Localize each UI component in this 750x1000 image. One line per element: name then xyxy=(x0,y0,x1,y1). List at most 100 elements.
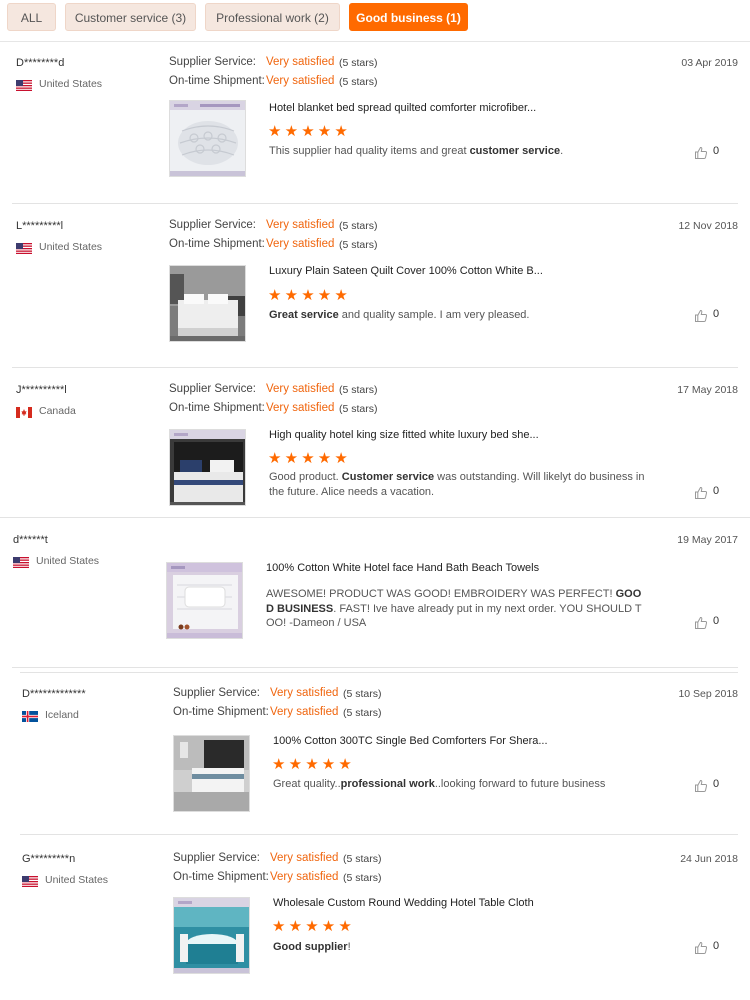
star-icon: ★ xyxy=(305,918,319,935)
product-thumbnail[interactable] xyxy=(166,562,243,639)
thumbs-up-icon[interactable] xyxy=(694,309,708,323)
country-flag-icon xyxy=(22,874,38,887)
review-keyword: Customer service xyxy=(341,471,435,483)
ontime-shipment-stars: (5 stars) xyxy=(339,239,378,251)
like-count: 0 xyxy=(713,308,720,320)
star-icon: ★ xyxy=(317,450,332,467)
thumbs-up-icon[interactable] xyxy=(694,486,708,500)
reviewer-name: L*********l xyxy=(16,220,64,232)
star-icon: ★ xyxy=(334,123,348,140)
star-rating: ★ ★ ★ ★ ★ xyxy=(268,123,351,140)
star-icon: ★ xyxy=(268,123,282,140)
reviewer-country: United States xyxy=(39,78,103,90)
ontime-shipment-value: Very satisfied xyxy=(270,871,339,883)
tab-all[interactable]: ALL xyxy=(7,3,56,31)
star-icon: ★ xyxy=(272,756,286,773)
star-icon: ★ xyxy=(334,450,348,467)
ontime-shipment-label: On-time Shipment: xyxy=(173,871,269,883)
product-title-link[interactable]: 100% Cotton White Hotel face Hand Bath B… xyxy=(266,562,539,574)
thumbs-up-icon[interactable] xyxy=(694,616,708,630)
review-date: 19 May 2017 xyxy=(677,534,738,546)
tab-good-business[interactable]: Good business (1) xyxy=(349,3,468,31)
star-icon: ★ xyxy=(334,287,348,304)
product-title-link[interactable]: High quality hotel king size fitted whit… xyxy=(269,429,539,441)
review-comment: Good product. Customer service was outst… xyxy=(269,470,649,499)
review-keyword: professional work xyxy=(340,778,435,790)
review-keyword: customer service xyxy=(469,145,561,157)
star-icon: ★ xyxy=(268,450,282,467)
supplier-service-label: Supplier Service: xyxy=(169,219,256,231)
ontime-shipment-value: Very satisfied xyxy=(270,706,339,718)
star-icon: ★ xyxy=(301,450,315,467)
product-thumbnail[interactable] xyxy=(173,897,250,974)
star-icon: ★ xyxy=(301,123,315,140)
star-icon: ★ xyxy=(321,756,336,773)
star-icon: ★ xyxy=(321,918,336,935)
review-text: . xyxy=(560,145,564,157)
review-text: and quality sample. I am very pleased. xyxy=(338,309,530,321)
tab-customer-service[interactable]: Customer service (3) xyxy=(65,3,196,31)
review-keyword: Good supplier xyxy=(273,941,348,953)
review-comment: Good supplier! xyxy=(273,940,653,955)
supplier-service-value: Very satisfied xyxy=(270,687,339,699)
review-date: 24 Jun 2018 xyxy=(680,853,738,865)
product-title-link[interactable]: Hotel blanket bed spread quilted comfort… xyxy=(269,102,536,114)
review-date: 12 Nov 2018 xyxy=(678,220,738,232)
supplier-service-stars: (5 stars) xyxy=(343,688,382,700)
reviewer-country: United States xyxy=(45,874,109,886)
product-thumbnail[interactable] xyxy=(169,100,246,177)
supplier-service-stars: (5 stars) xyxy=(339,57,378,69)
review-date: 10 Sep 2018 xyxy=(678,688,738,700)
thumbs-up-icon[interactable] xyxy=(694,941,708,955)
review-comment: Great quality..professional work..lookin… xyxy=(273,777,653,792)
reviewer-name: D************* xyxy=(22,688,86,700)
thumbs-up-icon[interactable] xyxy=(694,146,708,160)
review-text: AWESOME! PRODUCT WAS GOOD! EMBROIDERY WA… xyxy=(266,588,616,600)
review-filter-tabs: ALL Customer service (3) Professional wo… xyxy=(0,0,750,42)
thumbs-up-icon[interactable] xyxy=(694,779,708,793)
supplier-service-value: Very satisfied xyxy=(266,219,335,231)
product-thumbnail[interactable] xyxy=(173,735,250,812)
reviewer-name: d******t xyxy=(13,534,48,546)
supplier-service-stars: (5 stars) xyxy=(343,853,382,865)
star-icon: ★ xyxy=(284,123,299,140)
star-icon: ★ xyxy=(338,756,352,773)
review-text: ! xyxy=(347,941,351,953)
review-keyword: Great service xyxy=(269,309,339,321)
star-icon: ★ xyxy=(288,918,303,935)
ontime-shipment-label: On-time Shipment: xyxy=(173,706,269,718)
ontime-shipment-stars: (5 stars) xyxy=(339,76,378,88)
product-title-link[interactable]: Luxury Plain Sateen Quilt Cover 100% Cot… xyxy=(269,265,543,277)
reviewer-country: United States xyxy=(36,555,100,567)
product-title-link[interactable]: 100% Cotton 300TC Single Bed Comforters … xyxy=(273,735,548,747)
reviewer-country: Iceland xyxy=(45,709,79,721)
product-thumbnail[interactable] xyxy=(169,429,246,506)
like-count: 0 xyxy=(713,778,720,790)
tab-professional-work[interactable]: Professional work (2) xyxy=(205,3,340,31)
star-icon: ★ xyxy=(288,756,303,773)
supplier-service-stars: (5 stars) xyxy=(339,384,378,396)
ontime-shipment-label: On-time Shipment: xyxy=(169,75,265,87)
review-divider xyxy=(12,203,738,204)
reviewer-name: J**********l xyxy=(16,384,67,396)
supplier-service-label: Supplier Service: xyxy=(173,687,260,699)
ontime-shipment-value: Very satisfied xyxy=(266,75,335,87)
country-flag-icon xyxy=(16,78,32,91)
supplier-service-label: Supplier Service: xyxy=(169,56,256,68)
product-thumbnail[interactable] xyxy=(169,265,246,342)
star-rating: ★ ★ ★ ★ ★ xyxy=(272,756,355,773)
supplier-service-stars: (5 stars) xyxy=(339,220,378,232)
reviewer-country: United States xyxy=(39,241,103,253)
like-count: 0 xyxy=(713,615,720,627)
country-flag-icon xyxy=(22,709,38,722)
country-flag-icon xyxy=(16,241,32,254)
star-rating: ★ ★ ★ ★ ★ xyxy=(272,918,355,935)
review-text: Great quality.. xyxy=(273,778,341,790)
ontime-shipment-value: Very satisfied xyxy=(266,238,335,250)
star-icon: ★ xyxy=(272,918,286,935)
supplier-service-label: Supplier Service: xyxy=(173,852,260,864)
product-title-link[interactable]: Wholesale Custom Round Wedding Hotel Tab… xyxy=(273,897,534,909)
review-text: Good product. xyxy=(269,471,342,483)
star-rating: ★ ★ ★ ★ ★ xyxy=(268,450,351,467)
ontime-shipment-label: On-time Shipment: xyxy=(169,402,265,414)
